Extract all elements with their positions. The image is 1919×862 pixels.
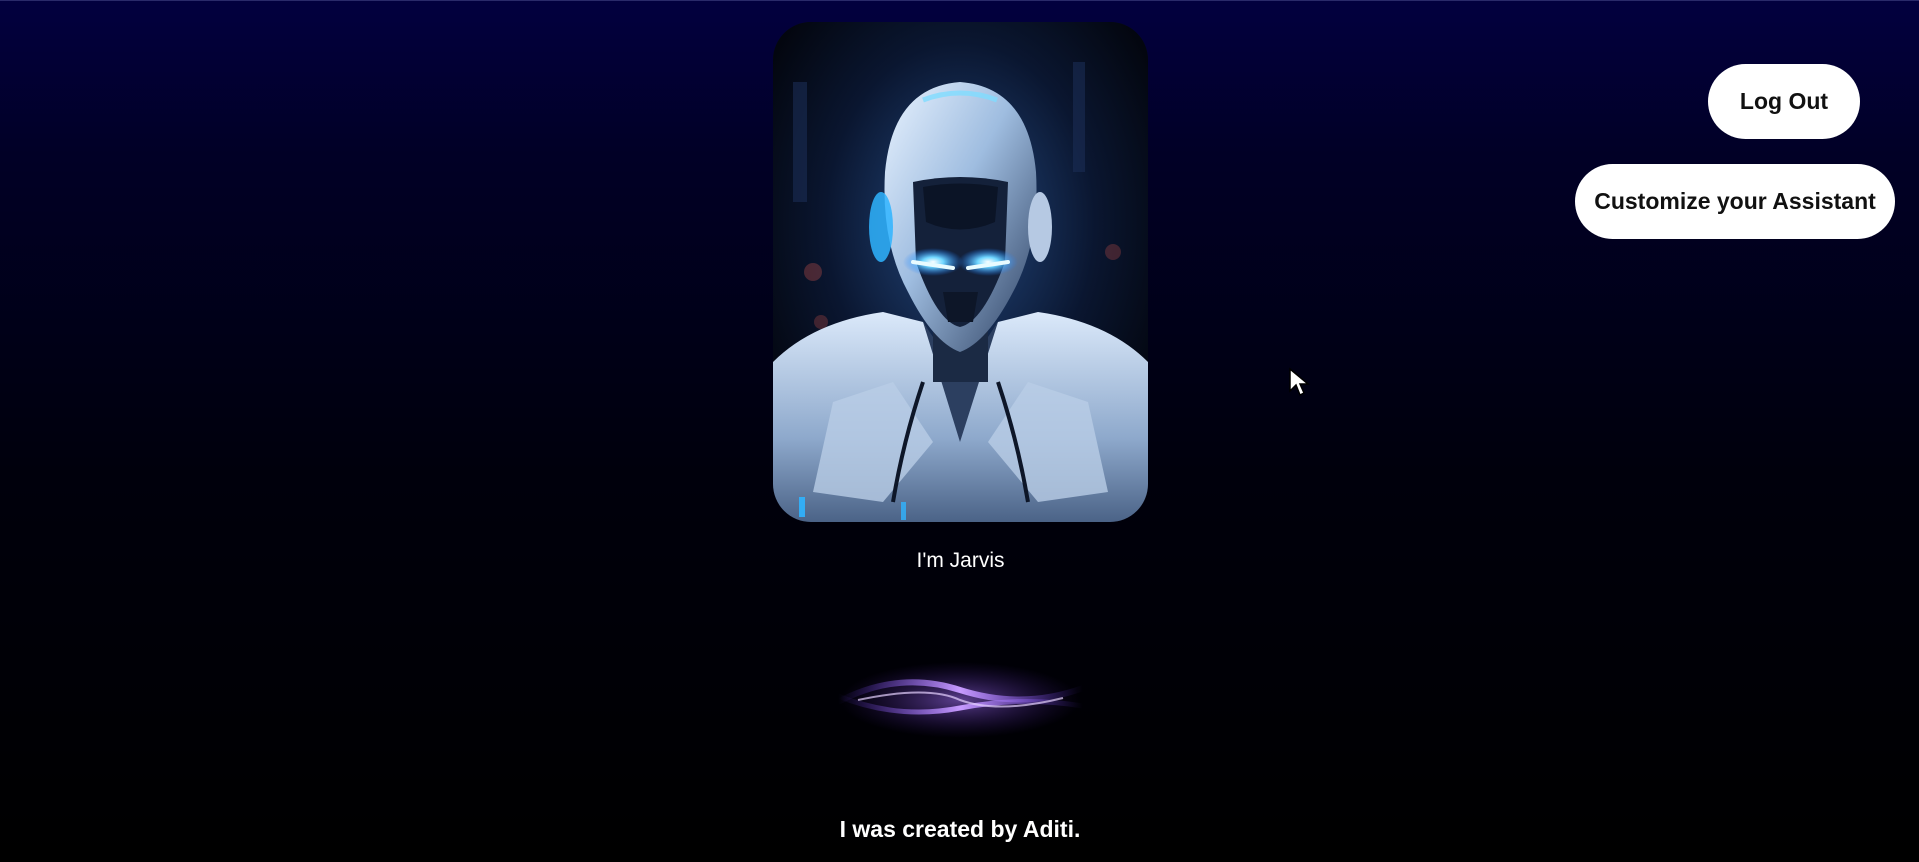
assistant-name-label: I'm Jarvis [916,549,1005,572]
assistant-image-card [773,22,1148,522]
voice-wave-icon [836,662,1085,738]
logout-button[interactable]: Log Out [1708,64,1860,139]
customize-assistant-button[interactable]: Customize your Assistant [1575,164,1895,239]
window-top-border [0,0,1919,1]
created-by-text: I was created by Aditi. [839,816,1081,842]
mouse-pointer-icon [1289,367,1310,397]
robot-assistant-image [773,22,1148,522]
